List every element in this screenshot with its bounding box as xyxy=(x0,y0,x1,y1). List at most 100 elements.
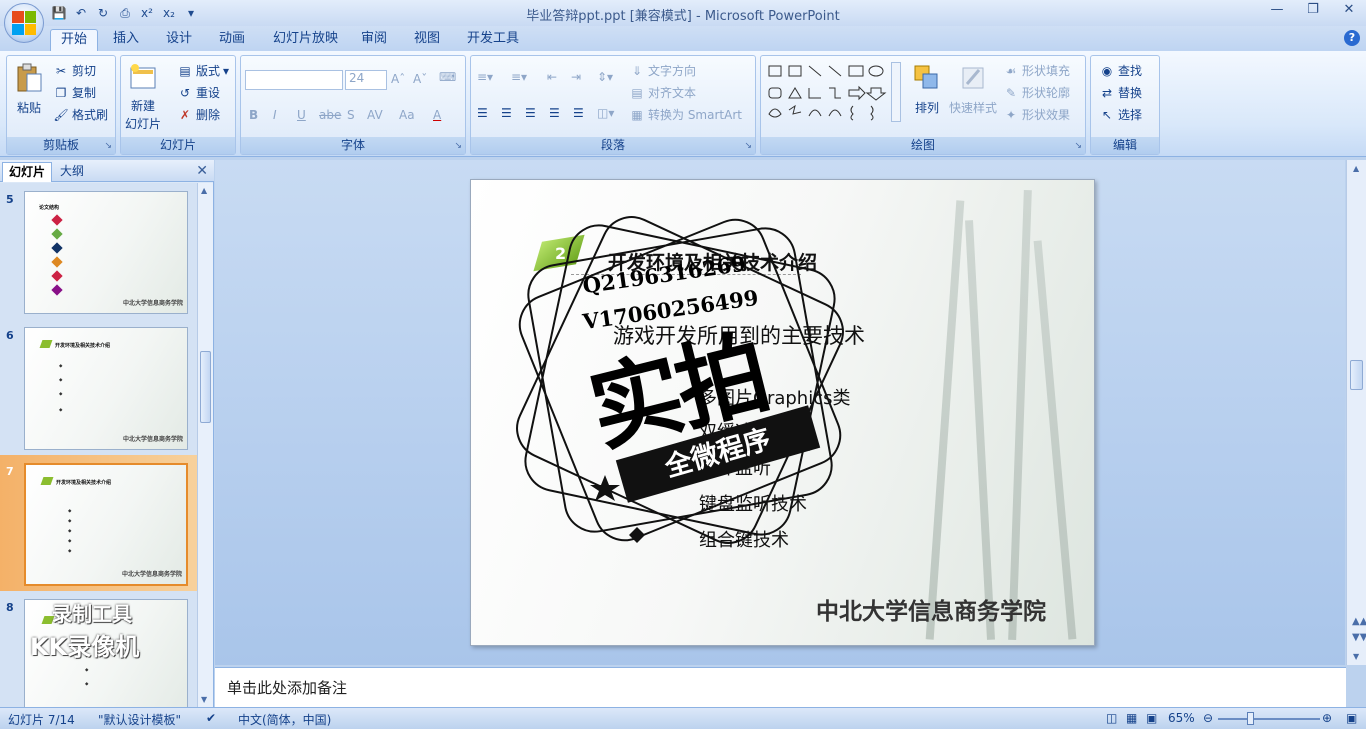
scroll-down-icon[interactable]: ▼ xyxy=(201,695,207,704)
cut-button[interactable]: ✂ 剪切 xyxy=(53,62,96,79)
increase-indent-icon[interactable]: ⇥ xyxy=(571,70,581,84)
thumbnails-scrollbar[interactable]: ▲ ▼ xyxy=(197,183,213,707)
align-text-button[interactable]: ▤ 对齐文本 xyxy=(629,84,696,101)
pane-tabs: 幻灯片 大纲 ✕ xyxy=(0,160,214,182)
tab-view[interactable]: 视图 xyxy=(404,29,450,51)
character-spacing-button[interactable]: AV xyxy=(367,108,383,122)
font-size-input[interactable]: 24 xyxy=(345,70,387,90)
fit-to-window-icon[interactable]: ▣ xyxy=(1346,711,1357,725)
tab-outline[interactable]: 大纲 xyxy=(54,162,90,182)
notes-placeholder[interactable]: 单击此处添加备注 xyxy=(227,677,347,698)
numbering-icon[interactable]: ≡▾ xyxy=(511,70,527,84)
scroll-thumb[interactable] xyxy=(200,351,211,423)
thumbnail-row[interactable]: 5 论文结构 中北大学信息商务学院 xyxy=(0,183,198,319)
zoom-slider[interactable] xyxy=(1218,718,1320,720)
normal-view-icon[interactable]: ◫ xyxy=(1106,711,1117,725)
new-slide-button[interactable]: 新建 幻灯片 xyxy=(125,62,161,132)
zoom-out-icon[interactable]: ⊖ xyxy=(1203,711,1213,725)
restore-icon[interactable]: ❐ xyxy=(1302,2,1324,17)
minimize-icon[interactable]: — xyxy=(1266,2,1288,17)
tab-animation[interactable]: 动画 xyxy=(209,29,255,51)
columns-icon[interactable]: ◫▾ xyxy=(597,106,614,120)
italic-button[interactable]: I xyxy=(273,108,277,122)
strikethrough-button[interactable]: abe xyxy=(319,108,341,122)
zoom-slider-knob[interactable] xyxy=(1247,712,1254,725)
underline-button[interactable]: U xyxy=(297,108,306,122)
quick-styles-button[interactable]: 快速样式 xyxy=(949,62,997,116)
shadow-button[interactable]: S xyxy=(347,108,355,122)
slide-bullet[interactable]: 键盘监听技术 xyxy=(699,490,807,516)
shape-effects-button[interactable]: ✦ 形状效果 xyxy=(1003,106,1070,123)
delete-slide-button[interactable]: ✗ 删除 xyxy=(177,106,220,123)
scroll-thumb[interactable] xyxy=(1350,360,1363,390)
slide-thumbnail[interactable]: 开发环境及相关技术介绍 ◆ ◆ ◆ ◆ 中北大学信息商务学院 xyxy=(24,327,188,450)
notes-pane[interactable]: 单击此处添加备注 xyxy=(215,667,1346,707)
align-left-icon[interactable]: ☰ xyxy=(477,106,488,120)
shape-fill-button[interactable]: ☙ 形状填充 xyxy=(1003,62,1070,79)
layout-button[interactable]: ▤ 版式 ▾ xyxy=(177,62,229,79)
shrink-font-button[interactable]: Aˇ xyxy=(413,72,427,86)
font-name-input[interactable] xyxy=(245,70,343,90)
scroll-up-icon[interactable]: ▲ xyxy=(201,186,207,195)
help-icon[interactable]: ? xyxy=(1344,30,1360,46)
dialog-launcher-icon[interactable]: ↘ xyxy=(1074,141,1082,151)
language-status[interactable]: 中文(简体，中国) xyxy=(238,711,331,728)
zoom-in-icon[interactable]: ⊕ xyxy=(1322,711,1332,725)
shape-outline-button[interactable]: ✎ 形状轮廓 xyxy=(1003,84,1070,101)
font-color-button[interactable]: A xyxy=(433,108,441,122)
shapes-gallery[interactable] xyxy=(767,62,891,122)
tab-insert[interactable]: 插入 xyxy=(103,29,149,51)
paste-button[interactable]: 粘贴 xyxy=(13,62,45,116)
scroll-up-icon[interactable]: ▲ xyxy=(1353,164,1359,173)
thumb-line: ◆ xyxy=(85,682,89,687)
sorter-view-icon[interactable]: ▦ xyxy=(1126,711,1137,725)
dialog-launcher-icon[interactable]: ↘ xyxy=(454,141,462,151)
shapes-scroll[interactable] xyxy=(891,62,901,122)
zoom-level[interactable]: 65% xyxy=(1168,711,1195,725)
next-slide-icon[interactable]: ▼▼ xyxy=(1352,632,1366,643)
effects-icon: ✦ xyxy=(1005,107,1017,122)
prev-slide-icon[interactable]: ▲▲ xyxy=(1352,616,1366,627)
thumb-line: ◆ xyxy=(85,668,89,673)
slide-bullet[interactable]: 组合键技术 xyxy=(699,526,789,552)
tab-slideshow[interactable]: 幻灯片放映 xyxy=(263,29,348,51)
replace-button[interactable]: ⇄ 替换 xyxy=(1099,84,1142,101)
tab-home[interactable]: 开始 xyxy=(50,29,99,51)
bullets-icon[interactable]: ≡▾ xyxy=(477,70,493,84)
align-center-icon[interactable]: ☰ xyxy=(501,106,512,120)
select-button[interactable]: ↖ 选择 xyxy=(1099,106,1142,123)
scroll-down-icon[interactable]: ▼ xyxy=(1353,652,1359,661)
office-button[interactable] xyxy=(4,3,44,43)
find-button[interactable]: ◉ 查找 xyxy=(1099,62,1142,79)
slide-thumbnail[interactable]: 论文结构 中北大学信息商务学院 xyxy=(24,191,188,314)
slideshow-view-icon[interactable]: ▣ xyxy=(1146,711,1157,725)
grow-font-button[interactable]: Aˆ xyxy=(391,72,405,86)
smartart-button[interactable]: ▦ 转换为 SmartArt xyxy=(629,106,742,123)
tab-slides[interactable]: 幻灯片 xyxy=(2,162,53,182)
text-direction-button[interactable]: ⇓ 文字方向 xyxy=(629,62,696,79)
tab-review[interactable]: 审阅 xyxy=(351,29,397,51)
thumbnail-row-selected[interactable]: 7 开发环境及相关技术介绍 ◆ ◆ ◆ ◆ ◆ 中北大学信息商务学院 xyxy=(0,455,198,591)
tab-design[interactable]: 设计 xyxy=(156,29,202,51)
clear-format-icon[interactable]: ⌨ xyxy=(439,70,456,84)
distribute-icon[interactable]: ☰ xyxy=(573,106,584,120)
thumbnail-row[interactable]: 6 开发环境及相关技术介绍 ◆ ◆ ◆ ◆ 中北大学信息商务学院 xyxy=(0,319,198,455)
align-right-icon[interactable]: ☰ xyxy=(525,106,536,120)
tab-developer[interactable]: 开发工具 xyxy=(457,29,529,51)
slide-scrollbar[interactable]: ▲ ▲▲ ▼▼ ▼ xyxy=(1346,160,1366,665)
reset-button[interactable]: ↺ 重设 xyxy=(177,84,220,101)
change-case-button[interactable]: Aa xyxy=(399,108,415,122)
close-pane-icon[interactable]: ✕ xyxy=(196,163,208,179)
dialog-launcher-icon[interactable]: ↘ xyxy=(104,141,112,151)
justify-icon[interactable]: ☰ xyxy=(549,106,560,120)
arrange-button[interactable]: 排列 xyxy=(911,62,943,116)
line-spacing-icon[interactable]: ⇕▾ xyxy=(597,70,613,84)
slide-thumbnail[interactable]: 开发环境及相关技术介绍 ◆ ◆ ◆ ◆ ◆ 中北大学信息商务学院 xyxy=(24,463,188,586)
bold-button[interactable]: B xyxy=(249,108,258,122)
decrease-indent-icon[interactable]: ⇤ xyxy=(547,70,557,84)
close-icon[interactable]: ✕ xyxy=(1338,2,1360,17)
format-painter-button[interactable]: 🖌 格式刷 xyxy=(53,106,108,123)
copy-button[interactable]: ❐ 复制 xyxy=(53,84,96,101)
dialog-launcher-icon[interactable]: ↘ xyxy=(744,141,752,151)
spellcheck-icon[interactable]: ✔ xyxy=(206,711,216,725)
